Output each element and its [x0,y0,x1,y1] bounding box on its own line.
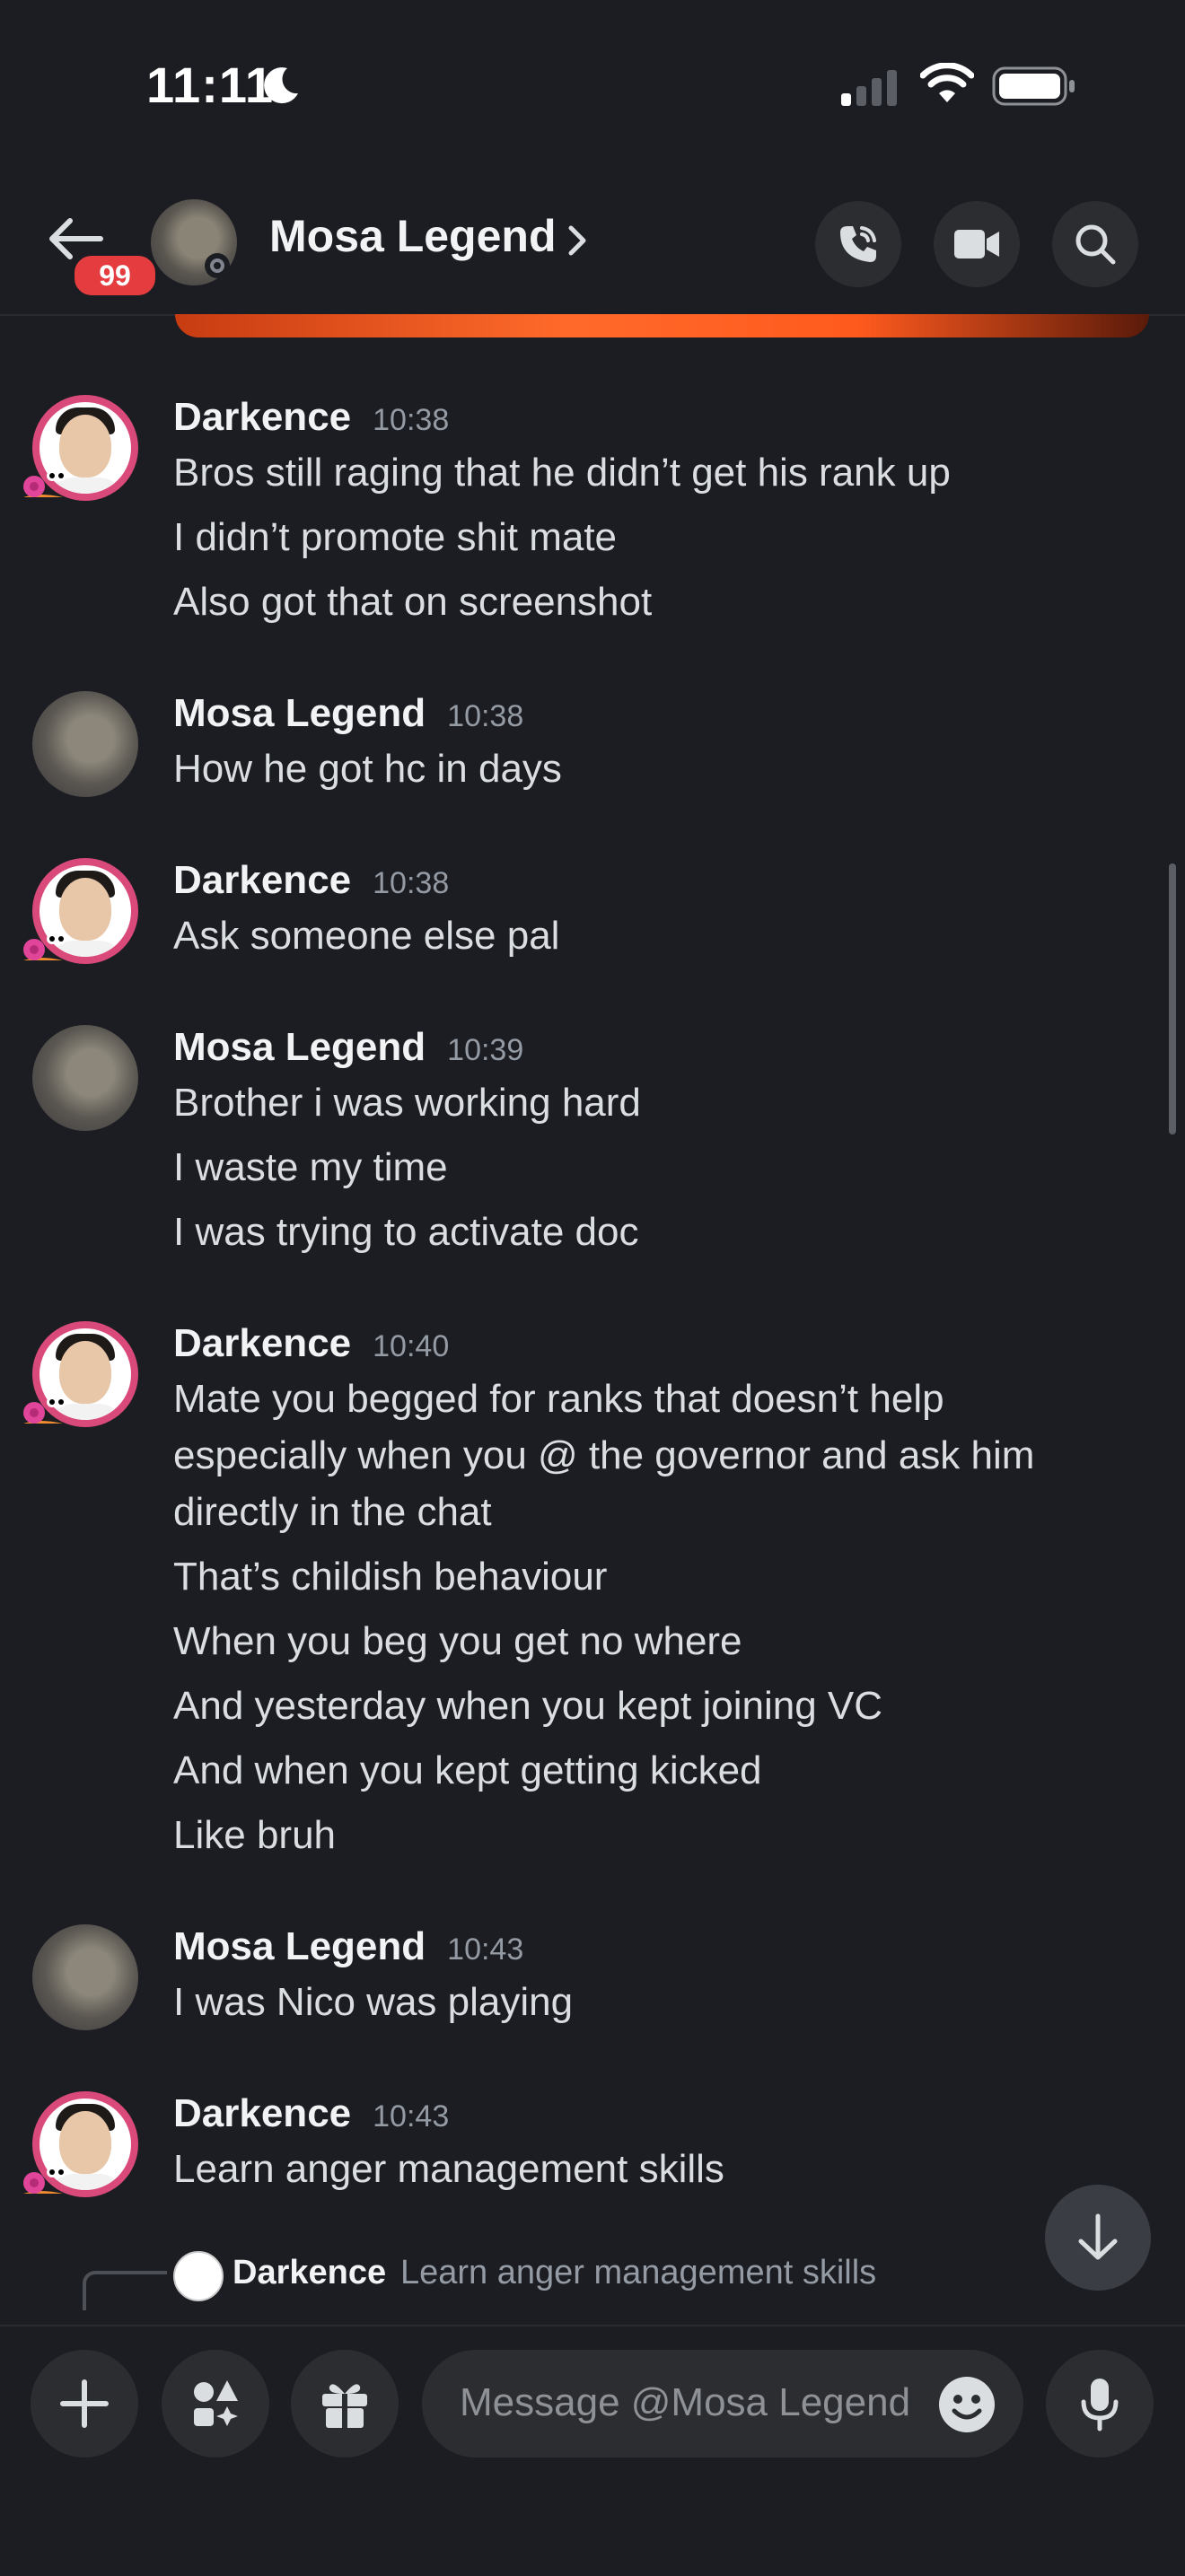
message-text: Learn anger management skills [173,2147,724,2191]
emoji-icon[interactable] [937,2375,996,2434]
snail-decoration-icon [23,1397,65,1424]
video-call-button[interactable] [934,201,1020,287]
page-title[interactable]: Mosa Legend [269,210,556,262]
search-icon [1075,224,1116,265]
message-text: Mate you begged for ranks that doesn’t h… [173,1377,944,1421]
message-text: How he got hc in days [173,747,562,791]
unread-badge: 99 [70,251,160,300]
avatar[interactable] [32,1924,138,2030]
message-text: Like bruh [173,1813,337,1857]
message-text: I waste my time [173,1145,448,1189]
message-timestamp: 10:38 [373,866,450,900]
message-author[interactable]: Mosa Legend 10:38 [173,691,523,736]
reply-text[interactable]: Learn anger management skills [400,2254,876,2292]
reply-avatar [173,2251,224,2301]
message-text: Also got that on screenshot [173,580,653,624]
snail-decoration-icon [23,933,65,960]
message-text: I didn’t promote shit mate [173,515,618,559]
message-text: And yesterday when you kept joining VC [173,1684,883,1728]
message-text: especially when you @ the governor and a… [173,1433,1035,1477]
message-text: When you beg you get no where [173,1619,742,1663]
avatar[interactable] [32,691,138,797]
apps-button[interactable] [162,2350,269,2458]
message-author[interactable]: Darkence 10:40 [173,1321,449,1366]
chevron-right-icon[interactable] [566,223,589,258]
message-input-placeholder: Message @Mosa Legend [460,2380,911,2424]
status-time: 11:11 [146,57,275,113]
message-composer: Message @Mosa Legend [0,2325,1185,2576]
voice-message-button[interactable] [1046,2350,1154,2458]
snail-decoration-icon [23,470,65,497]
wifi-icon [920,63,974,102]
battery-icon [992,66,1075,106]
message-author[interactable]: Mosa Legend 10:39 [173,1025,523,1070]
plus-icon [60,2379,109,2428]
voice-call-button[interactable] [815,201,901,287]
message-text: Ask someone else pal [173,914,560,958]
message-timestamp: 10:40 [373,1329,450,1363]
reply-connector [83,2271,167,2310]
cellular-signal-icon [841,70,897,106]
snail-decoration-icon [23,2167,65,2194]
avatar[interactable] [32,1025,138,1131]
arrow-down-icon [1078,2213,1118,2260]
apps-icon [194,2380,238,2426]
message-text: Bros still raging that he didn’t get his… [173,451,951,495]
offline-status-indicator [205,253,230,278]
message-timestamp: 10:43 [447,1932,524,1967]
add-attachment-button[interactable] [31,2350,138,2458]
message-author[interactable]: Mosa Legend 10:43 [173,1924,523,1969]
message-text: I was trying to activate doc [173,1210,639,1254]
message-text: I was Nico was playing [173,1980,574,2024]
message-text: directly in the chat [173,1490,492,1534]
microphone-icon [1081,2379,1119,2431]
message-text: Brother i was working hard [173,1081,641,1125]
chat-header: 99 Mosa Legend [0,180,1185,316]
message-timestamp: 10:38 [373,403,450,437]
message-text: And when you kept getting kicked [173,1748,762,1792]
scrollbar[interactable] [1169,863,1176,1135]
status-bar: 11:11 [0,0,1185,171]
search-button[interactable] [1052,201,1138,287]
video-camera-icon [954,230,999,258]
message-timestamp: 10:39 [447,1033,524,1067]
phone-call-icon [840,226,876,262]
gift-button[interactable] [291,2350,399,2458]
message-author[interactable]: Darkence 10:38 [173,395,449,440]
message-author[interactable]: Darkence 10:43 [173,2091,449,2136]
moon-icon [264,67,298,104]
message-timestamp: 10:38 [447,699,524,733]
jump-to-bottom-button[interactable] [1045,2185,1151,2291]
message-author[interactable]: Darkence 10:38 [173,858,449,903]
message-input[interactable]: Message @Mosa Legend [422,2350,1023,2458]
reply-author[interactable]: Darkence [233,2254,386,2292]
message-timestamp: 10:43 [373,2099,450,2134]
message-text: That’s childish behaviour [173,1555,608,1599]
image-attachment-edge[interactable] [175,314,1149,337]
gift-icon [322,2384,367,2428]
